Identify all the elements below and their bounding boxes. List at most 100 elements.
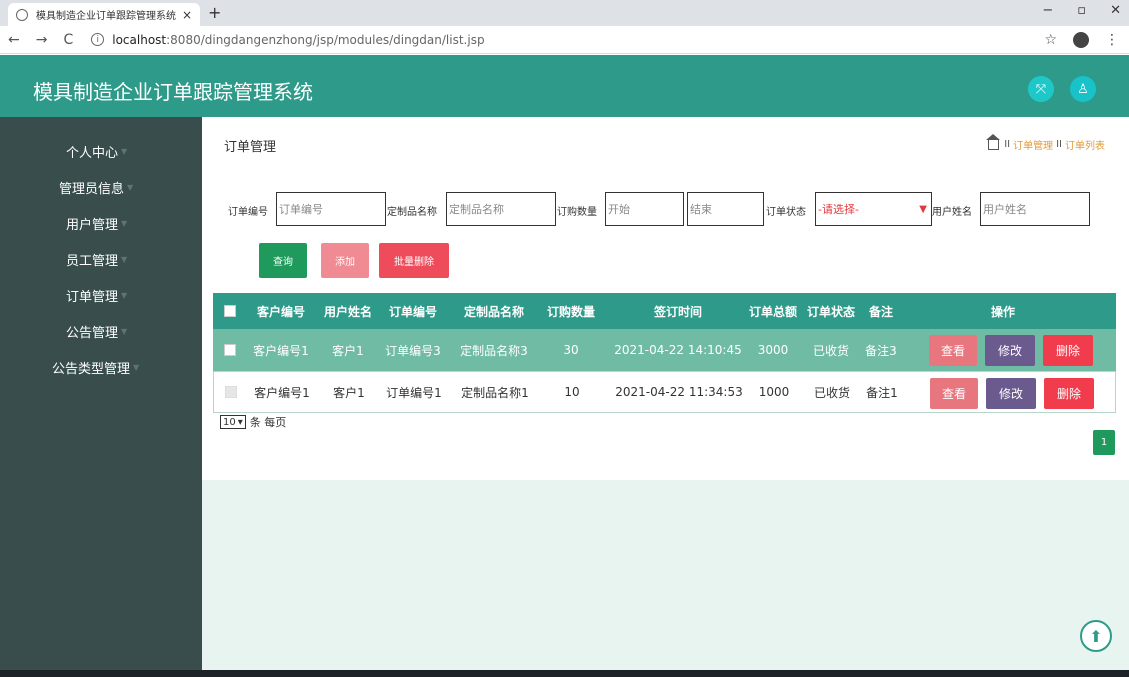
cell-qty: 10 [564,385,580,399]
window-controls: − ▫ ✕ [1042,3,1121,18]
cell-product: 定制品名称3 [460,343,528,358]
cell-note: 备注1 [866,385,898,400]
browser-actions: ☆ ⋮ [1044,32,1119,48]
caret-icon: ▼ [121,326,128,336]
caret-icon: ▼ [121,218,128,228]
url-host: localhost [112,32,167,47]
sidebar-item-label: 用户管理 [66,217,119,233]
edit-button[interactable]: 修改 [986,378,1036,409]
url-path: :8080/dingdangenzhong/jsp/modules/dingda… [166,32,485,47]
chevron-down-icon: ▼ [919,203,927,215]
delete-button[interactable]: 删除 [1044,378,1094,409]
view-button[interactable]: 查看 [929,335,977,366]
sidebar-item-label: 订单管理 [66,289,119,305]
edit-button[interactable]: 修改 [985,335,1035,366]
sidebar-item-notices[interactable]: 公告管理 ▼ [0,317,202,345]
col-actions: 操作 [990,304,1015,319]
fullscreen-icon[interactable]: ⤧ [1028,76,1054,102]
chevron-down-icon: ▾ [237,416,243,428]
cell-note: 备注3 [865,343,897,358]
info-icon[interactable]: i [91,33,105,46]
col-user-name: 用户姓名 [323,304,372,319]
order-no-label: 订单编号 [228,207,268,218]
sidebar-item-label: 公告类型管理 [52,361,131,377]
sidebar-item-notice-types[interactable]: 公告类型管理 ▼ [0,353,202,381]
sidebar-item-orders[interactable]: 订单管理 ▼ [0,281,202,309]
qty-start-input[interactable]: 开始 [605,192,684,226]
row-checkbox[interactable] [221,329,239,371]
page-size-value: 10 [223,416,236,428]
cell-order-no: 订单编号3 [385,343,441,358]
caret-icon: ▼ [121,254,128,264]
back-icon[interactable]: ← [8,32,20,48]
sidebar-item-users[interactable]: 用户管理 ▼ [0,209,202,237]
sidebar-item-personal[interactable]: 个人中心 ▼ [0,137,202,165]
select-all-checkbox[interactable] [221,293,239,329]
home-icon[interactable] [986,133,1001,150]
cell-user-name: 客户1 [332,343,364,358]
sidebar-item-staff[interactable]: 员工管理 ▼ [0,245,202,273]
star-icon[interactable]: ☆ [1044,32,1057,48]
qty-end-input[interactable]: 结束 [687,192,764,226]
cell-total: 1000 [758,385,790,399]
maximize-icon[interactable]: ▫ [1077,3,1086,18]
app-title: 模具制造企业订单跟踪管理系统 [33,80,313,104]
status-select[interactable]: -请选择- ▼ [815,192,932,226]
menu-icon[interactable]: ⋮ [1105,32,1119,48]
view-button[interactable]: 查看 [930,378,978,409]
row-checkbox[interactable] [222,372,240,412]
breadcrumb-orders[interactable]: 订单管理 [1013,137,1053,152]
sidebar-item-label: 管理员信息 [59,181,125,197]
page-size-select[interactable]: 10 ▾ [220,415,246,429]
page-1-button[interactable]: 1 [1093,430,1115,455]
back-to-top-icon[interactable]: ⬆ [1080,620,1112,652]
add-button[interactable]: 添加 [321,243,369,278]
cell-status: 已收货 [812,343,849,358]
breadcrumb-order-list[interactable]: 订单列表 [1065,137,1105,152]
status-label: 订单状态 [766,207,806,218]
cell-status: 已收货 [813,385,850,400]
breadcrumb-sep: II [1004,139,1011,150]
product-input[interactable]: 定制品名称 [446,192,556,226]
col-sign-time: 签订时间 [653,304,702,319]
sidebar-item-admin[interactable]: 管理员信息 ▼ [0,173,202,201]
product-label: 定制品名称 [387,207,437,218]
browser-tab[interactable]: 模具制造企业订单跟踪管理系统 × [8,3,200,26]
caret-icon: ▼ [121,146,128,156]
new-tab-button[interactable]: + [208,3,221,22]
page-size: 10 ▾ 条 每页 [220,414,286,430]
minimize-icon[interactable]: − [1042,3,1053,18]
url-field[interactable]: i localhost :8080/dingdangenzhong/jsp/mo… [91,32,485,47]
cell-user-name: 客户1 [333,385,365,400]
reload-icon[interactable]: C [63,32,73,48]
globe-icon [16,8,28,21]
table-row: 客户编号1 客户1 订单编号3 定制品名称3 30 2021-04-22 14:… [213,329,1116,371]
taskbar [0,670,1129,677]
caret-icon: ▼ [133,362,140,372]
breadcrumb: II 订单管理 II 订单列表 [986,133,1105,152]
sidebar-item-label: 公告管理 [66,325,119,341]
delete-button[interactable]: 删除 [1043,335,1093,366]
table-row: 客户编号1 客户1 订单编号1 定制品名称1 10 2021-04-22 11:… [213,371,1116,413]
user-label: 用户姓名 [932,207,972,218]
checkbox[interactable] [224,344,236,356]
forward-icon[interactable]: → [36,32,48,48]
search-button[interactable]: 查询 [259,243,307,278]
checkbox[interactable] [224,305,236,317]
close-window-icon[interactable]: ✕ [1110,3,1121,18]
browser-tab-bar: 模具制造企业订单跟踪管理系统 × + − ▫ ✕ [0,0,1129,26]
main-background [202,480,1129,670]
bulk-delete-button[interactable]: 批量删除 [379,243,449,278]
order-no-input[interactable]: 订单编号 [276,192,386,226]
user-input[interactable]: 用户姓名 [980,192,1090,226]
caret-icon: ▼ [127,182,134,192]
checkbox[interactable] [225,386,237,398]
account-icon[interactable] [1073,32,1089,48]
col-customer-no: 客户编号 [256,304,305,319]
user-icon[interactable]: ♙ [1070,76,1096,102]
qty-label: 订购数量 [557,207,597,218]
page-size-suffix: 条 每页 [249,416,287,429]
close-tab-icon[interactable]: × [182,8,192,22]
col-product: 定制品名称 [463,304,524,319]
cell-sign-time: 2021-04-22 11:34:53 [615,385,743,399]
